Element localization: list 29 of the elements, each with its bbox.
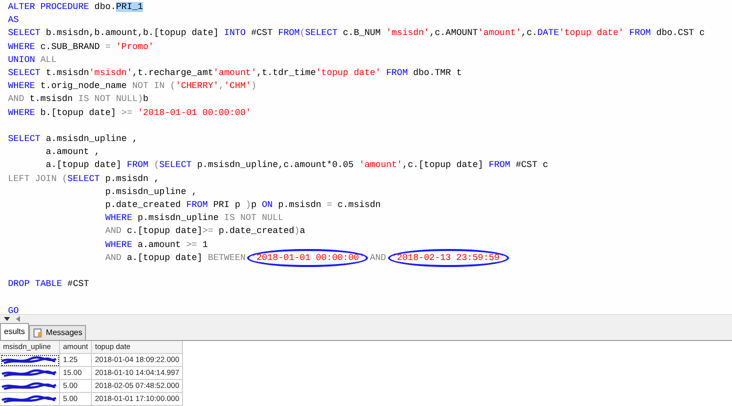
code-line: AND c.[topup date]>= p.date_created)a — [104, 225, 306, 238]
redaction-scribble — [0, 356, 58, 364]
results-tab[interactable]: esults — [0, 323, 29, 340]
code-line: LEFT JOIN (SELECT p.msisdn , — [8, 172, 160, 186]
code-line: WHERE p.msisdn_upline IS NOT NULL — [104, 212, 284, 226]
code-line: WHERE c.SUB_BRAND = 'Promo' — [8, 40, 154, 54]
code-line: ALTER PROCEDURE dbo.PRI_1 — [8, 1, 144, 14]
code-line: WHERE a.amount >= 1 — [104, 238, 208, 252]
redaction-scribble — [0, 368, 58, 378]
code-line: AS — [8, 14, 19, 28]
code-line: a.[topup date] FROM (SELECT p.msisdn_upline,c.amount*0.05 'amount',c.[topup date] FROM #CST c — [44, 159, 548, 172]
redaction-scribble — [0, 394, 58, 404]
code-line: SELECT a.msisdn_upline , — [8, 133, 138, 146]
code-line: UNION ALL — [8, 54, 57, 67]
code-line: p.msisdn_upline , — [104, 186, 198, 199]
scroll-left-icon[interactable] — [16, 316, 20, 322]
code-line: SELECT b.msisdn,b.amount,b.[topup date] INTO #CST FROM(SELECT c.B_NUM 'msisdn',c.AMOUNT'amount',c.DATE'topup date' FROM dbo.CST c — [8, 27, 705, 40]
code-line: WHERE b.[topup date] >= '2018-01-01 00:00:00' — [8, 106, 252, 120]
caret-icon[interactable] — [4, 317, 10, 321]
redaction-scribble — [0, 382, 58, 390]
code-line: WHERE t.orig_node_name NOT IN ('CHERRY','CHM') — [8, 80, 256, 94]
code-line: DROP TABLE #CST — [8, 278, 90, 292]
results-tab[interactable]: Messages — [28, 325, 86, 340]
code-line: SELECT t.msisdn'msisdn',t.recharge_amt'amount',t.tdr_time'topup date' FROM dbo.TMR t — [8, 67, 462, 80]
document-icon — [32, 328, 43, 338]
code-line: p.date_created FROM PRI p )p ON p.msisdn = c.msisdn — [104, 199, 381, 212]
code-line: a.amount , — [44, 146, 100, 160]
code-line: GO — [8, 304, 19, 318]
code-line: AND t.msisdn IS NOT NULL)b — [8, 93, 148, 106]
